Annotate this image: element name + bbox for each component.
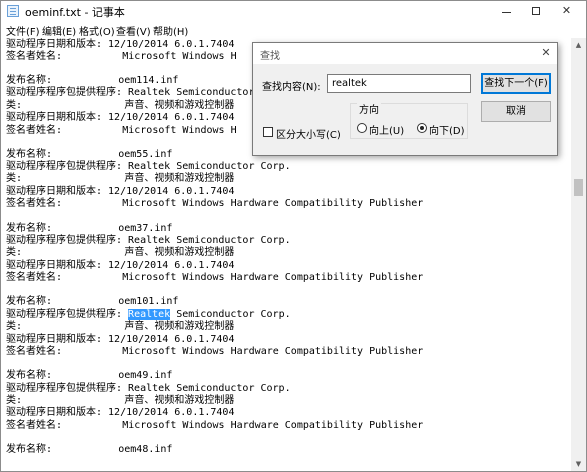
text-line: 签名者姓名: Microsoft Windows Hardware Compat… xyxy=(6,198,424,209)
match-case-checkbox[interactable] xyxy=(263,127,273,137)
dialog-title: 查找 xyxy=(260,51,280,62)
selected-text[interactable]: Realtek xyxy=(128,309,171,320)
menu-bar: 文件(F) 编辑(E) 格式(O) 查看(V) 帮助(H) xyxy=(1,22,586,38)
vertical-scrollbar[interactable]: ▲ ▼ xyxy=(571,38,586,471)
minimize-button[interactable] xyxy=(493,1,520,22)
menu-file[interactable]: 文件(F) xyxy=(6,23,40,38)
direction-down-label: 向下(D) xyxy=(429,126,465,137)
find-what-input[interactable] xyxy=(327,74,471,93)
direction-up-label: 向上(U) xyxy=(369,126,405,137)
text-line: 签名者姓名: Microsoft Windows H xyxy=(6,125,237,136)
menu-view[interactable]: 查看(V) xyxy=(116,23,151,38)
window-title: oeminf.txt - 记事本 xyxy=(25,6,125,19)
text-line: 类: 声音、视频和游戏控制器 xyxy=(6,247,235,258)
text-line: 签名者姓名: Microsoft Windows Hardware Compat… xyxy=(6,272,424,283)
text-line: 类: 声音、视频和游戏控制器 xyxy=(6,321,235,332)
find-next-button[interactable]: 查找下一个(F) xyxy=(481,73,551,94)
menu-format[interactable]: 格式(O) xyxy=(79,23,115,38)
dialog-title-bar[interactable]: 查找 ✕ xyxy=(253,43,557,64)
direction-down-radio[interactable] xyxy=(417,123,427,133)
find-dialog: 查找 ✕ 查找内容(N): 查找下一个(F) 取消 区分大小写(C) 方向 向上… xyxy=(252,42,558,156)
cancel-button[interactable]: 取消 xyxy=(481,101,551,122)
text-line: 签名者姓名: Microsoft Windows Hardware Compat… xyxy=(6,420,424,431)
find-what-label: 查找内容(N): xyxy=(262,82,321,93)
text-line: 驱动程序程序包提供程序: Realtek Semiconductor xyxy=(6,87,255,98)
scroll-down-arrow-icon[interactable]: ▼ xyxy=(571,457,586,471)
menu-edit[interactable]: 编辑(E) xyxy=(42,23,76,38)
dialog-close-button[interactable]: ✕ xyxy=(539,46,553,60)
text-line: 签名者姓名: Microsoft Windows H xyxy=(6,51,237,62)
title-bar[interactable]: oeminf.txt - 记事本 ✕ xyxy=(1,1,586,22)
direction-title: 方向 xyxy=(357,101,381,116)
selection-suffix: Semiconductor Corp. xyxy=(170,309,291,320)
text-line: 类: 声音、视频和游戏控制器 xyxy=(6,173,235,184)
match-case-label: 区分大小写(C) xyxy=(276,130,341,141)
scroll-thumb[interactable] xyxy=(574,179,583,196)
maximize-button[interactable] xyxy=(523,1,550,22)
close-button[interactable]: ✕ xyxy=(553,1,580,22)
scroll-up-arrow-icon[interactable]: ▲ xyxy=(571,38,586,52)
text-line: 驱动程序日期和版本: 12/10/2014 6.0.1.7404 xyxy=(6,112,235,123)
menu-help[interactable]: 帮助(H) xyxy=(153,23,188,38)
text-line: 发布名称: oem48.inf xyxy=(6,444,173,455)
notepad-icon xyxy=(7,5,19,17)
selection-prefix: 驱动程序程序包提供程序: xyxy=(6,309,129,320)
text-line: 驱动程序日期和版本: 12/10/2014 6.0.1.7404 xyxy=(6,407,235,418)
text-line: 发布名称: oem101.inf xyxy=(6,296,179,307)
text-line: 发布名称: oem49.inf xyxy=(6,370,173,381)
text-line: 签名者姓名: Microsoft Windows Hardware Compat… xyxy=(6,346,424,357)
direction-up-radio[interactable] xyxy=(357,123,367,133)
